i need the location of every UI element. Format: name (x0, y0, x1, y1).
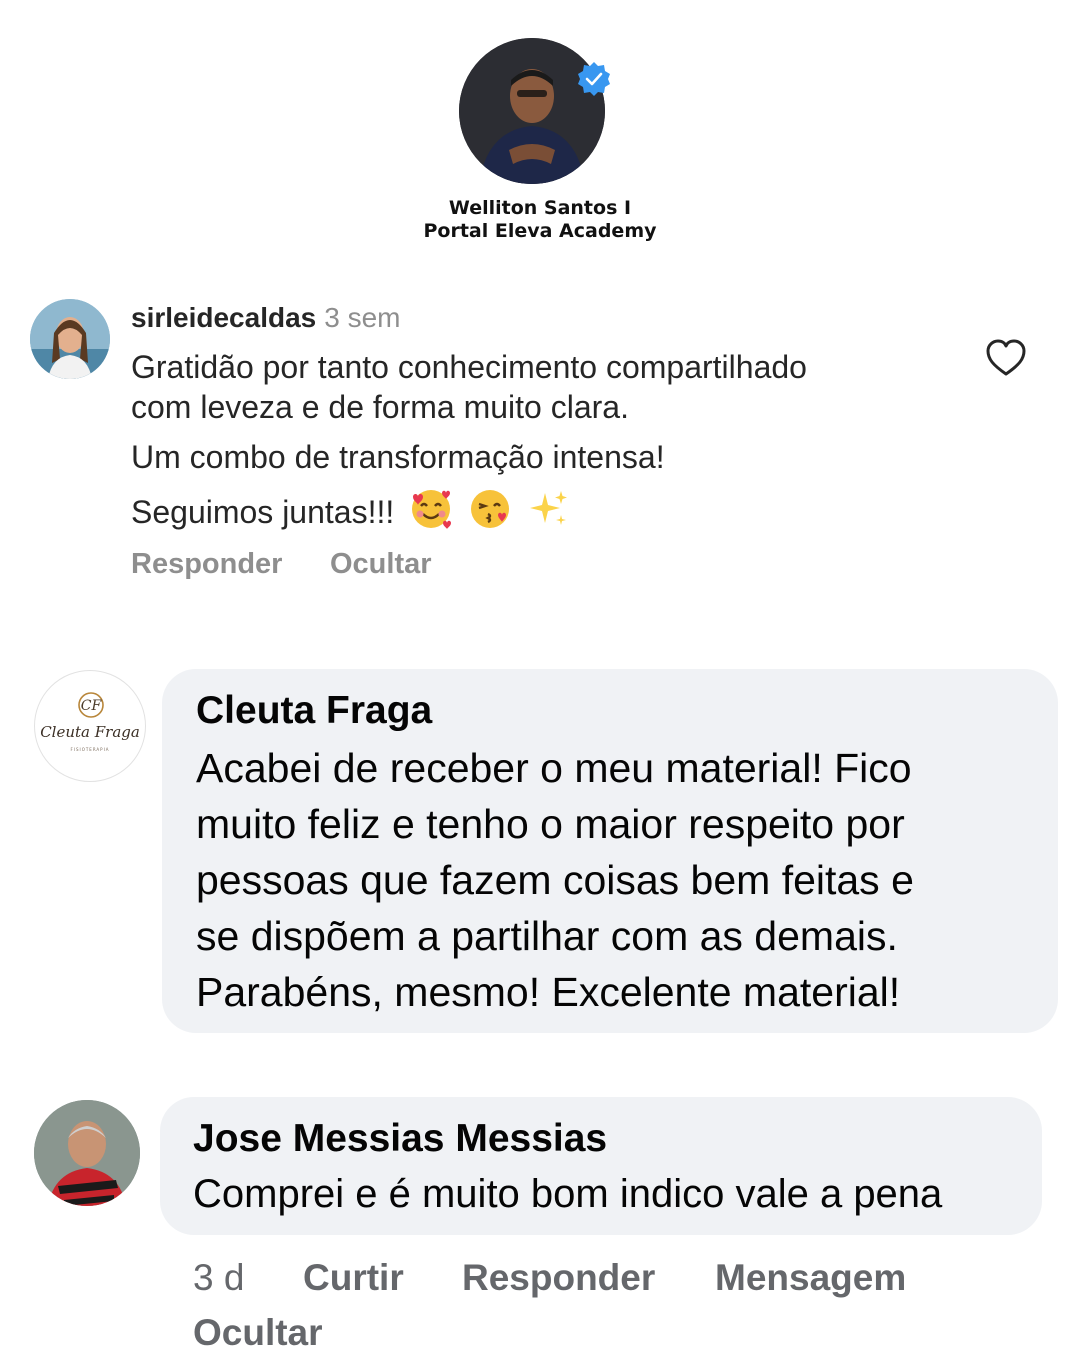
comment-header: sirleidecaldas 3 sem (131, 300, 400, 336)
svg-text:CF: CF (81, 698, 103, 714)
commenter-avatar[interactable] (34, 1100, 140, 1206)
comment-text-line: Parabéns, mesmo! Excelente material! (196, 969, 901, 1015)
reply-button[interactable]: Responder (462, 1256, 655, 1300)
heart-outline-icon[interactable] (985, 338, 1027, 378)
comment-text-line: Um combo de transformação intensa! (131, 439, 665, 475)
comment-author[interactable]: Cleuta Fraga (196, 688, 432, 734)
comment-text-line: Acabei de receber o meu material! Fico (196, 745, 912, 791)
comment-text-line: se dispõem a partilhar com as demais. (196, 913, 898, 959)
like-button[interactable]: Curtir (303, 1256, 404, 1300)
comment-text-line-with-emojis: Seguimos juntas!!! (131, 487, 571, 532)
comment-text-line: com leveza e de forma muito clara. (131, 389, 629, 425)
hide-button[interactable]: Ocultar (193, 1311, 323, 1355)
comment-author[interactable]: Jose Messias Messias (193, 1116, 607, 1162)
message-button[interactable]: Mensagem (715, 1256, 906, 1300)
hide-button[interactable]: Ocultar (330, 546, 432, 582)
comment-text-line: muito feliz e tenho o maior respeito por (196, 801, 905, 847)
comment-text: Seguimos juntas!!! (131, 494, 395, 530)
comment-time: 3 d (193, 1257, 245, 1298)
svg-text:FISIOTERAPIA: FISIOTERAPIA (71, 747, 110, 752)
profile-name-line2: Portal Eleva Academy (423, 220, 657, 242)
smiling-face-with-hearts-icon (412, 490, 452, 529)
profile-avatar[interactable] (459, 38, 605, 184)
commenter-avatar[interactable] (30, 299, 110, 379)
face-blowing-kiss-icon (471, 490, 510, 528)
reply-button[interactable]: Responder (131, 546, 282, 582)
comment-username[interactable]: sirleidecaldas (131, 302, 316, 333)
verified-badge-icon (578, 62, 610, 96)
comment-text-line: Comprei e é muito bom indico vale a pena (193, 1172, 943, 1216)
brand-logo-avatar[interactable]: CF Cleuta Fraga FISIOTERAPIA (34, 670, 146, 782)
sparkles-icon (529, 491, 567, 525)
comment-text-line: Gratidão por tanto conhecimento comparti… (131, 349, 807, 385)
comment-time: 3 sem (324, 302, 401, 333)
comment-text-line: pessoas que fazem coisas bem feitas e (196, 857, 914, 903)
svg-text:Cleuta Fraga: Cleuta Fraga (40, 723, 140, 741)
profile-name-line1: Welliton Santos I (448, 197, 632, 219)
